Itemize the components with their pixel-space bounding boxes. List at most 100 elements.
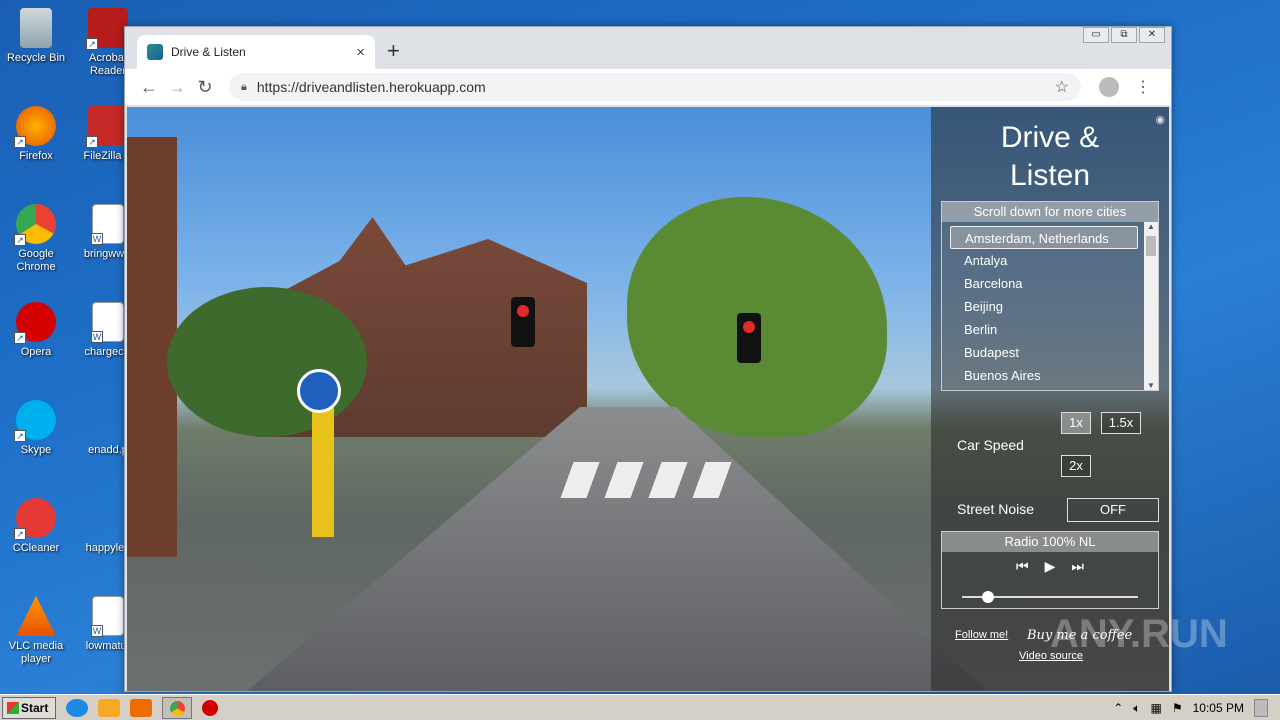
chrome-icon: ↗: [14, 204, 56, 246]
desktop-icon-ccleaner[interactable]: ↗ CCleaner: [0, 498, 72, 555]
address-bar[interactable]: 🔒︎ https://driveandlisten.herokuapp.com …: [229, 73, 1081, 101]
file-icon: [88, 400, 128, 440]
clock[interactable]: 10:05 PM: [1193, 701, 1244, 715]
scrollbar-thumb[interactable]: [1146, 236, 1156, 256]
app-title: Drive & Listen: [931, 119, 1169, 195]
browser-tab[interactable]: Drive & Listen ×: [137, 35, 375, 69]
city-item[interactable]: Buenos Aires: [950, 364, 1138, 387]
opera-icon: ↗: [14, 302, 56, 344]
scene-traffic-light: [737, 313, 761, 363]
radio-station-name: Radio 100% NL: [942, 532, 1158, 552]
control-panel: ◉ Drive & Listen Scroll down for more ci…: [931, 107, 1169, 691]
menu-kebab-icon[interactable]: ⋮: [1135, 77, 1151, 97]
city-list-scrollbar[interactable]: ▲ ▼: [1144, 222, 1158, 390]
scene-bollard: [312, 402, 334, 537]
scene-traffic-light: [511, 297, 535, 347]
city-item-selected[interactable]: Amsterdam, Netherlands: [950, 226, 1138, 249]
desktop-icon-skype[interactable]: ↗ Skype: [0, 400, 72, 457]
street-noise-toggle[interactable]: OFF: [1067, 498, 1159, 522]
city-list[interactable]: Amsterdam, Netherlands Antalya Barcelona…: [950, 226, 1138, 387]
reload-icon[interactable]: ↻: [191, 77, 219, 98]
flag-icon[interactable]: ⚑: [1172, 701, 1183, 715]
watermark: ANY.RUN: [1050, 612, 1228, 656]
city-selector-header: Scroll down for more cities: [942, 202, 1158, 222]
desktop-icon-chrome[interactable]: ↗ Google Chrome: [0, 204, 72, 274]
radio-player: Radio 100% NL ⏮ ▶ ⏭: [941, 531, 1159, 609]
app-title-line: Drive &: [1000, 121, 1100, 154]
city-item[interactable]: Barcelona: [950, 272, 1138, 295]
vlc-icon: [16, 596, 56, 636]
previous-track-icon[interactable]: ⏮: [1016, 558, 1029, 575]
tab-close-icon[interactable]: ×: [356, 44, 365, 61]
desktop-icon-recycle-bin[interactable]: Recycle Bin: [0, 8, 72, 65]
desktop-icon-label: VLC media player: [8, 640, 64, 665]
ccleaner-icon: ↗: [14, 498, 56, 540]
city-item[interactable]: Beijing: [950, 295, 1138, 318]
word-doc-icon: W: [91, 596, 124, 637]
profile-avatar-icon[interactable]: [1099, 77, 1119, 97]
play-icon[interactable]: ▶: [1045, 558, 1056, 575]
speed-1x-button[interactable]: 1x: [1061, 412, 1091, 434]
browser-window: ▭ ⧉ ✕ Drive & Listen × + ← → ↻ 🔒︎ https:…: [124, 26, 1172, 692]
street-noise-label: Street Noise: [957, 501, 1035, 517]
tab-bar: Drive & Listen × +: [125, 27, 1171, 69]
desktop-icon-opera[interactable]: ↗ Opera: [0, 302, 72, 359]
system-tray: ⌃ 🔈︎ ▦ ⚑ 10:05 PM: [1113, 695, 1280, 720]
back-arrow-icon[interactable]: ←: [135, 77, 163, 98]
speed-1-5x-button[interactable]: 1.5x: [1101, 412, 1141, 434]
desktop-icon-area: Recycle Bin ↗ Acrobat Reader ↗ Firefox ↗…: [0, 0, 132, 692]
file-icon: [88, 498, 128, 538]
firefox-icon: ↗: [14, 106, 56, 148]
radio-controls: ⏮ ▶ ⏭: [942, 558, 1158, 575]
city-item[interactable]: Antalya: [950, 249, 1138, 272]
city-item[interactable]: Budapest: [950, 341, 1138, 364]
desktop-icon-vlc[interactable]: VLC media player: [0, 596, 72, 666]
folder-icon[interactable]: [98, 698, 120, 717]
city-item[interactable]: Berlin: [950, 318, 1138, 341]
word-doc-icon: W: [91, 302, 124, 343]
tray-expand-icon[interactable]: ⌃: [1113, 701, 1123, 715]
speed-2x-button[interactable]: 2x: [1061, 455, 1091, 477]
scene-road: [247, 407, 987, 691]
next-track-icon[interactable]: ⏭: [1071, 558, 1084, 575]
favicon-icon: [147, 44, 163, 60]
scene-tree: [167, 287, 367, 437]
bookmark-star-icon[interactable]: ☆: [1055, 77, 1069, 97]
taskbar-chrome-button[interactable]: [162, 696, 192, 719]
scene-crosswalk: [560, 462, 734, 498]
acrobat-icon: ↗: [86, 8, 128, 50]
desktop-icon-label: Recycle Bin: [6, 52, 66, 64]
volume-icon[interactable]: 🔈︎: [1133, 701, 1140, 716]
opera-icon[interactable]: [202, 699, 218, 716]
volume-slider[interactable]: [962, 591, 1138, 603]
tab-title: Drive & Listen: [171, 45, 246, 59]
recycle-bin-icon: [20, 8, 52, 48]
chrome-icon: [170, 700, 185, 716]
forward-arrow-icon[interactable]: →: [163, 77, 191, 98]
app-title-line: Listen: [1009, 159, 1091, 192]
page-content: ◉ Drive & Listen Scroll down for more ci…: [127, 107, 1169, 691]
follow-me-link[interactable]: Follow me!: [955, 629, 1008, 641]
city-selector: Scroll down for more cities Amsterdam, N…: [941, 201, 1159, 391]
desktop-icon-label: Google Chrome: [16, 248, 56, 273]
filezilla-icon: ↗: [86, 106, 128, 148]
browser-toolbar: ← → ↻ 🔒︎ https://driveandlisten.herokuap…: [125, 69, 1171, 105]
media-player-icon[interactable]: [130, 698, 152, 717]
scroll-up-icon[interactable]: ▲: [1144, 222, 1158, 231]
desktop-icon-label: CCleaner: [12, 542, 60, 554]
network-icon[interactable]: ▦: [1151, 701, 1162, 715]
word-doc-icon: W: [91, 204, 124, 245]
volume-slider-knob[interactable]: [982, 591, 995, 603]
show-desktop-button[interactable]: [1254, 699, 1268, 717]
desktop-icon-label: Opera: [20, 346, 52, 358]
taskbar: Start ⌃ 🔈︎ ▦ ⚑ 10:05 PM: [0, 694, 1280, 720]
ie-icon[interactable]: [66, 698, 88, 717]
new-tab-button[interactable]: +: [387, 39, 400, 63]
car-speed-label: Car Speed: [957, 437, 1024, 453]
scroll-down-icon[interactable]: ▼: [1144, 381, 1158, 390]
lock-icon: 🔒︎: [241, 80, 247, 93]
url-text[interactable]: https://driveandlisten.herokuapp.com: [257, 79, 1055, 95]
start-button[interactable]: Start: [2, 696, 56, 719]
desktop-icon-label: Firefox: [19, 150, 53, 162]
desktop-icon-firefox[interactable]: ↗ Firefox: [0, 106, 72, 163]
